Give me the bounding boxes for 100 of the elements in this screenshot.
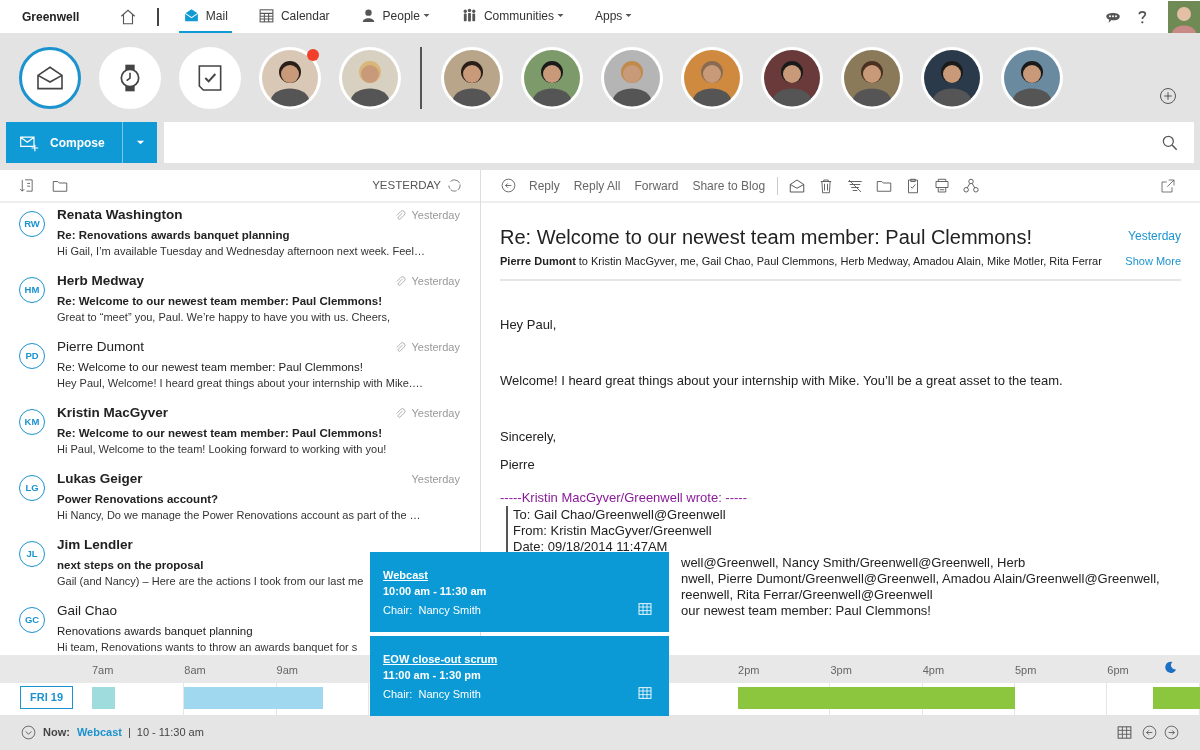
message-subject: Renovations awards banquet planning (57, 625, 253, 637)
quote-header: -----Kristin MacGyver/Greenwell wrote: ----- (500, 490, 748, 506)
calendar-icon[interactable] (1116, 724, 1133, 741)
body-text: Sincerely, (500, 429, 558, 445)
contact-avatar[interactable] (920, 46, 983, 109)
quote-text: reenwell, Rita Ferrar/Greenwell@Greenwell (681, 587, 933, 602)
sender-name: Renata Washington (57, 205, 183, 224)
event-time: 11:00 am - 1:30 pm (383, 669, 481, 681)
sender-name: Pierre Dumont (57, 337, 145, 356)
mail-icon (182, 7, 200, 24)
calendar-icon[interactable] (637, 685, 653, 701)
event-time: 10:00 am - 11:30 am (383, 585, 487, 597)
message-date: Yesterday (411, 405, 460, 421)
message-date: Yesterday (1128, 228, 1181, 245)
hour-label: 6pm (1107, 663, 1129, 678)
previous-icon[interactable] (1141, 724, 1158, 741)
message-preview: Hi Nancy, Do we manage the Power Renovations account as part of the … (57, 509, 421, 521)
message-date: Yesterday (411, 471, 460, 487)
hour-label: 5pm (1015, 663, 1037, 678)
show-more-link[interactable]: Show More (1125, 252, 1181, 270)
contact-avatar[interactable] (1000, 46, 1063, 109)
event-popup[interactable]: Webcast 10:00 am - 11:30 am Chair: Nancy Smith (370, 552, 669, 632)
toolbar-action[interactable]: Share to Blog (692, 176, 766, 195)
event-chair: Chair: Nancy Smith (383, 604, 481, 616)
sender-name: Lukas Geiger (57, 469, 143, 488)
toolbar-action[interactable]: Reply All (573, 176, 621, 195)
contact-avatar[interactable] (259, 46, 321, 109)
message-preview: Hi Gail, I’m available Tuesday and Wednesday afternoon next week. Feel… (57, 245, 425, 257)
event-title[interactable]: EOW close-out scrum (383, 653, 498, 665)
sender-name: Jim Lendler (57, 535, 133, 554)
add-icon[interactable] (1158, 86, 1178, 106)
calendar-icon[interactable] (637, 601, 653, 617)
message-preview: Gail (and Nancy) – Here are the actions I took from our last me (57, 575, 364, 587)
now-label: Now: (43, 725, 70, 741)
nav-tab[interactable]: Apps (591, 0, 638, 33)
message-subject: Re: Renovations awards banquet planning (57, 229, 290, 241)
sender-name: Gail Chao (57, 601, 118, 620)
nav-tab[interactable]: Calendar (253, 0, 334, 33)
body-text: Welcome! I heard great things about your internship with Mike. You’ll be a great asset to the team. (500, 373, 1064, 389)
popout-icon[interactable] (1160, 177, 1176, 194)
message-subject: Re: Welcome to our newest team member: Paul Clemmons! (57, 361, 363, 373)
recipient-list: to Kristin MacGyver, me, Gail Chao, Paul Clemmons, Herb Medway, Amadou Alain, Mike Motler, Rita Ferrar (578, 252, 1102, 270)
toolbar-action[interactable]: Reply (529, 176, 560, 195)
quote-text: our newest team member: Paul Clemmons! (681, 603, 931, 618)
body-text: Hey Paul, (500, 317, 558, 333)
message-date: Yesterday (411, 339, 460, 355)
user-avatar[interactable] (1168, 0, 1200, 33)
quote-text: Date: 09/18/2014 11:47AM (513, 539, 668, 554)
back-icon[interactable] (500, 177, 517, 194)
hour-label: 8am (184, 663, 206, 678)
printer-icon[interactable] (933, 176, 952, 195)
next-icon[interactable] (1163, 724, 1180, 741)
event-time: 10 - 11:30 am (136, 725, 204, 741)
quote-text: From: Kristin MacGyver/Greenwell (513, 523, 712, 538)
quote-text: nwell, Pierre Dumont/Greenwell@Greenwell, Amadou Alain/Greenwell@Greenwell, (681, 571, 1160, 586)
message-subject: next steps on the proposal (57, 559, 204, 571)
compose-button[interactable]: Compose (6, 122, 122, 163)
quote-text: To: Gail Chao/Greenwell@Greenwell (513, 507, 726, 522)
hour-label: 9am (276, 663, 298, 678)
body-text: Pierre (500, 457, 536, 473)
event-popup[interactable]: EOW close-out scrum 11:00 am - 1:30 pm Chair: Nancy Smith (370, 636, 669, 716)
quote-text: well@Greenwell, Nancy Smith/Greenwell@Greenwell, Herb (681, 555, 1026, 570)
refresh-icon[interactable] (447, 178, 462, 193)
hour-label: 2pm (738, 663, 760, 678)
contact-avatar[interactable] (440, 46, 503, 109)
home-icon[interactable] (119, 7, 138, 26)
contact-avatar[interactable] (600, 46, 663, 109)
share-icon[interactable] (962, 176, 981, 195)
calendar-icon (257, 7, 275, 24)
event-title[interactable]: Webcast (383, 569, 429, 581)
separator-text: | (127, 725, 131, 741)
contact-avatar[interactable] (760, 46, 823, 109)
message-date: Yesterday (411, 207, 460, 223)
date-filter[interactable]: YESTERDAY (372, 176, 441, 195)
contact-avatar[interactable] (339, 46, 401, 109)
hour-label: 3pm (830, 663, 852, 678)
sender-name: Kristin MacGyver (57, 403, 169, 422)
brand-name: Greenwell (22, 8, 80, 26)
hour-label: 4pm (922, 663, 945, 678)
sender-name: Herb Medway (57, 271, 145, 290)
nav-tab[interactable]: People (355, 0, 435, 33)
message-subject: Power Renovations account? (57, 493, 219, 505)
contact-avatar[interactable] (520, 46, 583, 109)
message-preview: Great to “meet” you, Paul. We’re happy to have you with us. Cheers, (57, 311, 390, 323)
contact-avatar[interactable] (680, 46, 743, 109)
toolbar-action[interactable]: Forward (634, 176, 679, 195)
hour-label: 7am (92, 663, 114, 678)
sort-icon[interactable] (18, 177, 35, 194)
collapse-icon[interactable] (20, 724, 37, 741)
nav-tab[interactable]: Communities (456, 0, 569, 33)
event-chair: Chair: Nancy Smith (383, 688, 481, 700)
day-label: FRI 19 (20, 686, 73, 709)
contact-avatar[interactable] (840, 46, 903, 109)
search-field[interactable] (164, 122, 1194, 163)
sender-name: Pierre Dumont (500, 253, 576, 269)
message-preview: Hi team, Renovations wants to throw an awards banquet for s (57, 641, 358, 653)
message-date: Yesterday (411, 273, 460, 289)
message-preview: Hi Paul, Welcome to the team! Looking forward to working with you! (57, 443, 387, 455)
message-subject: Re: Welcome to our newest team member: Paul Clemmons! (57, 295, 383, 307)
message-subject: Re: Welcome to our newest team member: Paul Clemmons! (57, 427, 383, 439)
